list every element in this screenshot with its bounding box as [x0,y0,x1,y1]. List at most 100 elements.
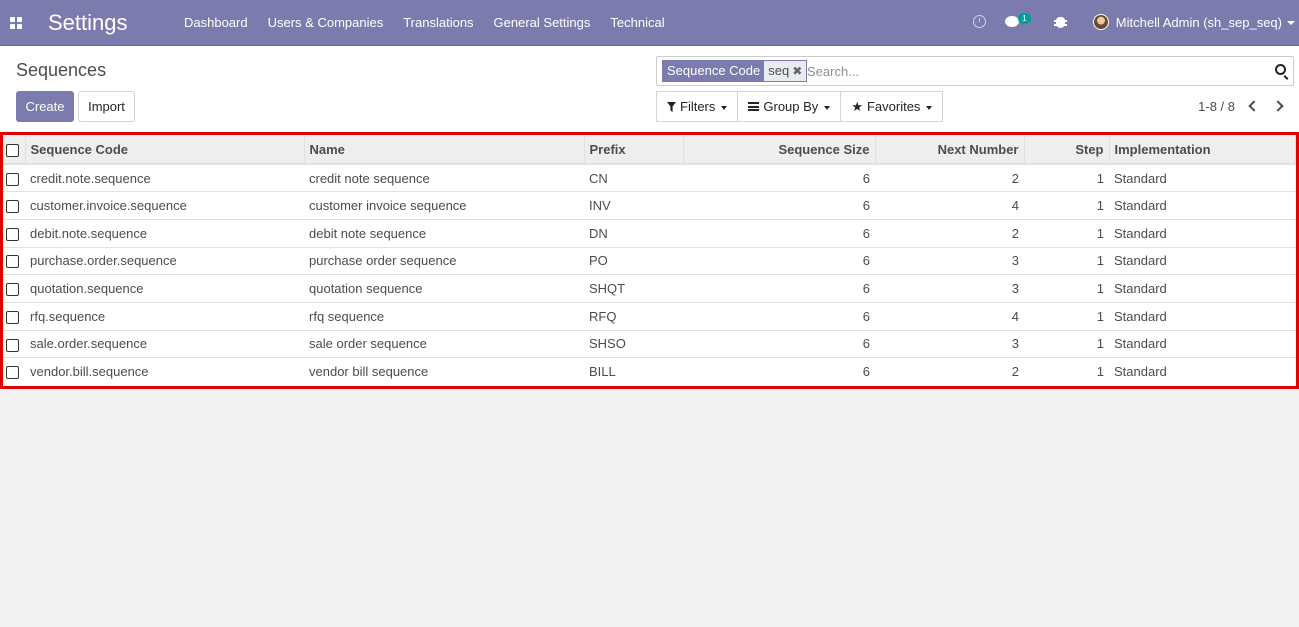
search-icon[interactable] [1275,64,1286,75]
import-button[interactable]: Import [78,91,135,122]
main-menu: Dashboard Users & Companies Translations… [174,0,675,46]
row-checkbox[interactable] [6,310,19,324]
cell-name: sale order sequence [304,329,584,358]
user-menu[interactable]: Mitchell Admin (sh_sep_seq) [1116,0,1282,46]
chat-icon[interactable] [1005,16,1019,27]
control-panel: Sequences Create Import Sequence Code se… [0,46,1299,132]
table-row[interactable]: quotation.sequence quotation sequence SHQT… [3,274,1296,303]
cell-sequence-size: 6 [683,163,875,192]
cell-sequence-size: 6 [683,246,875,275]
caret-down-icon [1287,21,1295,25]
row-checkbox[interactable] [6,255,19,269]
row-checkbox[interactable] [6,227,19,241]
sequence-list: Sequence Code Name Prefix Sequence Size … [0,132,1299,389]
cell-prefix: PO [584,246,683,275]
cell-step: 1 [1024,301,1109,331]
cell-sequence-size: 6 [683,191,875,220]
cell-sequence-code: credit.note.sequence [25,163,304,192]
favorites-button[interactable]: ★ Favorites [840,91,944,122]
star-icon: ★ [851,99,863,114]
cell-name: credit note sequence [304,163,584,192]
table-row[interactable]: rfq.sequence rfq sequence RFQ 6 4 1 Standard [3,301,1296,331]
cell-sequence-code: rfq.sequence [25,301,304,331]
sequence-table: Sequence Code Name Prefix Sequence Size … [3,135,1296,386]
row-checkbox[interactable] [6,200,19,214]
table-row[interactable]: customer.invoice.sequence customer invoic… [3,191,1296,220]
table-header-row: Sequence Code Name Prefix Sequence Size … [3,135,1296,165]
search-input[interactable] [807,61,1247,81]
column-header[interactable]: Next Number [875,135,1025,165]
cell-next-number: 4 [875,301,1024,331]
facet-remove-icon[interactable]: ✖ [792,64,802,78]
filters-label: Filters [680,99,716,114]
cell-implementation: Standard [1109,191,1296,220]
facet-label: Sequence Code [663,61,765,81]
cell-implementation: Standard [1109,274,1296,303]
select-all-checkbox[interactable] [6,143,19,157]
chevron-right-icon[interactable] [1273,99,1285,113]
row-checkbox[interactable] [6,283,19,297]
column-header[interactable]: Prefix [584,135,684,165]
table-row[interactable]: credit.note.sequence credit note sequence… [3,163,1296,192]
table-row[interactable]: vendor.bill.sequence vendor bill sequence… [3,357,1296,386]
cell-name: purchase order sequence [304,246,584,275]
pager-value[interactable]: 1-8 / 8 [1198,99,1235,114]
cell-sequence-code: debit.note.sequence [25,218,304,248]
cell-sequence-size: 6 [683,357,875,386]
menu-translations[interactable]: Translations [393,0,483,46]
cell-next-number: 2 [875,357,1024,386]
column-header[interactable]: Sequence Size [683,135,876,165]
debug-bug-icon[interactable] [1054,17,1067,28]
row-select-cell [3,274,25,303]
table-row[interactable]: purchase.order.sequence purchase order se… [3,246,1296,275]
cell-sequence-code: purchase.order.sequence [25,246,304,275]
row-select-cell [3,163,25,192]
menu-dashboard[interactable]: Dashboard [174,0,258,46]
searchbar: Sequence Code seq ✖ [656,56,1294,86]
cell-implementation: Standard [1109,218,1296,248]
row-select-cell [3,329,25,358]
cell-step: 1 [1024,218,1109,248]
cell-sequence-size: 6 [683,218,875,248]
table-row[interactable]: sale.order.sequence sale order sequence SH… [3,329,1296,358]
facet-value-text: seq [768,63,790,78]
cell-name: vendor bill sequence [304,357,584,386]
cell-prefix: RFQ [584,301,683,331]
cell-next-number: 2 [875,218,1024,248]
row-checkbox[interactable] [6,172,19,186]
cell-sequence-size: 6 [683,329,875,358]
filters-button[interactable]: Filters [656,91,739,122]
column-header[interactable]: Implementation [1109,135,1296,165]
facet-value: seq ✖ [764,61,807,81]
search-options: Filters Group By ★ Favorites [656,91,944,122]
row-checkbox[interactable] [6,366,19,380]
column-header[interactable]: Name [304,135,585,165]
groupby-button[interactable]: Group By [737,91,842,122]
cell-step: 1 [1024,163,1109,192]
cell-implementation: Standard [1109,329,1296,358]
cell-prefix: BILL [584,357,683,386]
column-header[interactable]: Sequence Code [25,135,305,165]
table-row[interactable]: debit.note.sequence debit note sequence DN… [3,218,1296,248]
menu-users-companies[interactable]: Users & Companies [258,0,394,46]
apps-menu-icon[interactable] [10,17,22,29]
chat-badge: 1 [1018,13,1031,24]
search-facet: Sequence Code seq ✖ [662,60,808,82]
favorites-label: Favorites [866,99,921,114]
app-title: Settings [48,10,128,35]
filter-icon [667,102,676,112]
chevron-left-icon[interactable] [1247,99,1259,113]
row-checkbox[interactable] [6,338,19,352]
column-header[interactable]: Step [1024,135,1110,165]
row-select-cell [3,218,25,248]
menu-technical[interactable]: Technical [600,0,674,46]
menu-general-settings[interactable]: General Settings [484,0,601,46]
cell-step: 1 [1024,357,1109,386]
activity-clock-icon[interactable] [973,15,986,28]
create-button[interactable]: Create [16,91,74,122]
avatar[interactable] [1093,14,1109,30]
groupby-label: Group By [763,99,819,114]
row-select-cell [3,301,25,331]
caret-down-icon [824,105,831,110]
cell-next-number: 4 [875,191,1024,220]
